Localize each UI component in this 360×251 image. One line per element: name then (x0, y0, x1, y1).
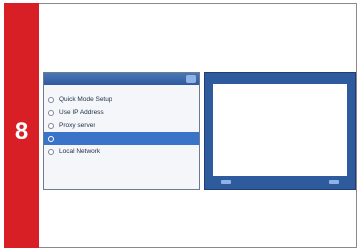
detail-line (217, 154, 343, 164)
list-item-local-network[interactable]: Local Network (44, 145, 199, 158)
radio-icon (48, 148, 54, 155)
step-number: 8 (14, 118, 29, 145)
list-item-proxy-server[interactable]: Proxy server (44, 119, 199, 132)
list-item-label: Quick Mode Setup (59, 96, 113, 103)
list-item-label: Local Network (59, 148, 101, 155)
left-softkey-button[interactable] (221, 180, 231, 184)
screen-header (205, 73, 355, 83)
detail-line (217, 163, 343, 173)
list-item-label: Proxy server (59, 122, 96, 129)
detail-line (217, 135, 343, 145)
radio-icon (48, 122, 54, 129)
settings-list-screen: Quick Mode Setup Use IP Address Proxy se… (43, 72, 200, 190)
header-menu-icon[interactable] (186, 75, 196, 83)
settings-detail-screen (204, 72, 356, 190)
detail-line (217, 87, 343, 97)
radio-icon (48, 135, 54, 142)
list-item-use-ip-address[interactable]: Use IP Address (44, 106, 199, 119)
radio-icon (48, 96, 54, 103)
list-item-quick-mode-setup[interactable]: Quick Mode Setup (44, 93, 199, 106)
detail-line (217, 97, 343, 107)
detail-line (217, 116, 343, 126)
screen-header (44, 73, 199, 85)
list-item-label: Use IP Address (59, 109, 104, 116)
detail-line (217, 125, 343, 135)
detail-line (217, 144, 343, 154)
settings-list: Quick Mode Setup Use IP Address Proxy se… (44, 85, 199, 158)
detail-line (217, 106, 343, 116)
right-softkey-button[interactable] (329, 180, 339, 184)
step-indicator: 8 (4, 3, 39, 248)
radio-icon (48, 109, 54, 116)
list-item-selected[interactable] (44, 132, 199, 145)
detail-panel (213, 84, 347, 176)
softkey-bar (205, 175, 355, 189)
